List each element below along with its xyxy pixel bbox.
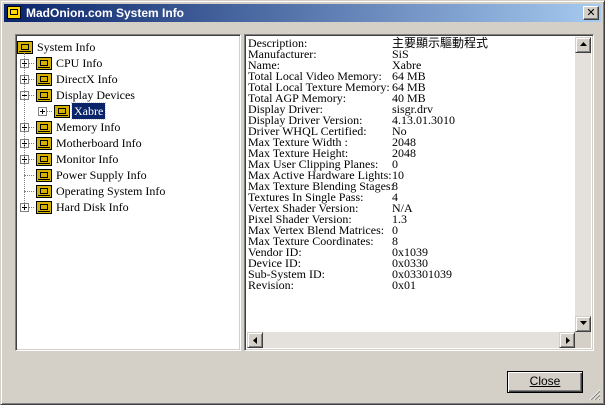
tree-label: Xabre xyxy=(70,102,107,120)
tree-label: DirectX Info xyxy=(56,72,118,86)
tree-item[interactable]: Power Supply Info xyxy=(16,167,240,183)
scroll-up-button[interactable] xyxy=(575,37,591,53)
folder-icon xyxy=(36,89,52,102)
scroll-left-button[interactable] xyxy=(247,332,263,348)
properties-panel: Description: 主要顯示驅動程式 Manufacturer: SiS Name… xyxy=(244,34,594,351)
tree-label: Memory Info xyxy=(56,120,121,134)
arrow-right-icon xyxy=(566,337,570,344)
window-title: MadOnion.com System Info xyxy=(26,6,185,20)
tree-connector xyxy=(24,53,26,207)
property-value: 0x01 xyxy=(392,278,416,292)
title-bar[interactable]: MadOnion.com System Info ✕ xyxy=(4,4,601,22)
tree-label: Motherboard Info xyxy=(56,136,142,150)
tree-item[interactable]: DirectX Info xyxy=(16,71,240,87)
tree-label: Hard Disk Info xyxy=(56,200,129,214)
tree-item[interactable]: CPU Info xyxy=(16,55,240,71)
tree-label: Monitor Info xyxy=(56,152,119,166)
tree-item[interactable]: Operating System Info xyxy=(16,183,240,199)
system-info-window: MadOnion.com System Info ✕ System Info CP… xyxy=(0,0,605,405)
tree-label: Display Devices xyxy=(56,88,135,102)
folder-icon xyxy=(36,121,52,134)
tree-subitem[interactable]: Xabre xyxy=(16,102,240,120)
arrow-down-icon xyxy=(580,321,587,325)
tree-item[interactable]: Memory Info xyxy=(16,119,240,135)
close-window-button[interactable]: ✕ xyxy=(583,6,599,20)
folder-icon xyxy=(54,105,70,118)
close-button-label: Close xyxy=(529,374,561,388)
tree-label: Operating System Info xyxy=(56,184,166,198)
folder-icon xyxy=(36,201,52,214)
horizontal-scrollbar[interactable] xyxy=(247,332,575,348)
folder-icon xyxy=(36,57,52,70)
scrollbar-corner xyxy=(575,332,591,348)
tree-item[interactable]: Monitor Info xyxy=(16,151,240,167)
expand-icon[interactable] xyxy=(38,107,47,116)
folder-icon xyxy=(36,73,52,86)
folder-icon xyxy=(36,169,52,182)
property-key: Revision: xyxy=(248,278,295,292)
tree-item[interactable]: Motherboard Info xyxy=(16,135,240,151)
arrow-left-icon xyxy=(253,337,257,344)
folder-icon xyxy=(36,153,52,166)
tree-item[interactable]: Display Devices xyxy=(16,87,240,103)
tree-label: System Info xyxy=(37,40,96,54)
vertical-scrollbar[interactable] xyxy=(575,37,591,332)
close-icon: ✕ xyxy=(586,6,596,19)
arrow-up-icon xyxy=(580,42,587,46)
tree-label: CPU Info xyxy=(56,56,103,70)
tree-view[interactable]: System Info CPU Info DirectX Info Display D… xyxy=(15,34,241,351)
scroll-down-button[interactable] xyxy=(575,316,591,332)
tree-item[interactable]: Hard Disk Info xyxy=(16,199,240,215)
scroll-right-button[interactable] xyxy=(559,332,575,348)
folder-icon xyxy=(36,137,52,150)
resize-grip-icon[interactable] xyxy=(589,389,601,401)
tree-label: Power Supply Info xyxy=(56,168,147,182)
close-button[interactable]: Close xyxy=(507,371,583,393)
app-icon xyxy=(7,6,21,19)
folder-icon xyxy=(36,185,52,198)
